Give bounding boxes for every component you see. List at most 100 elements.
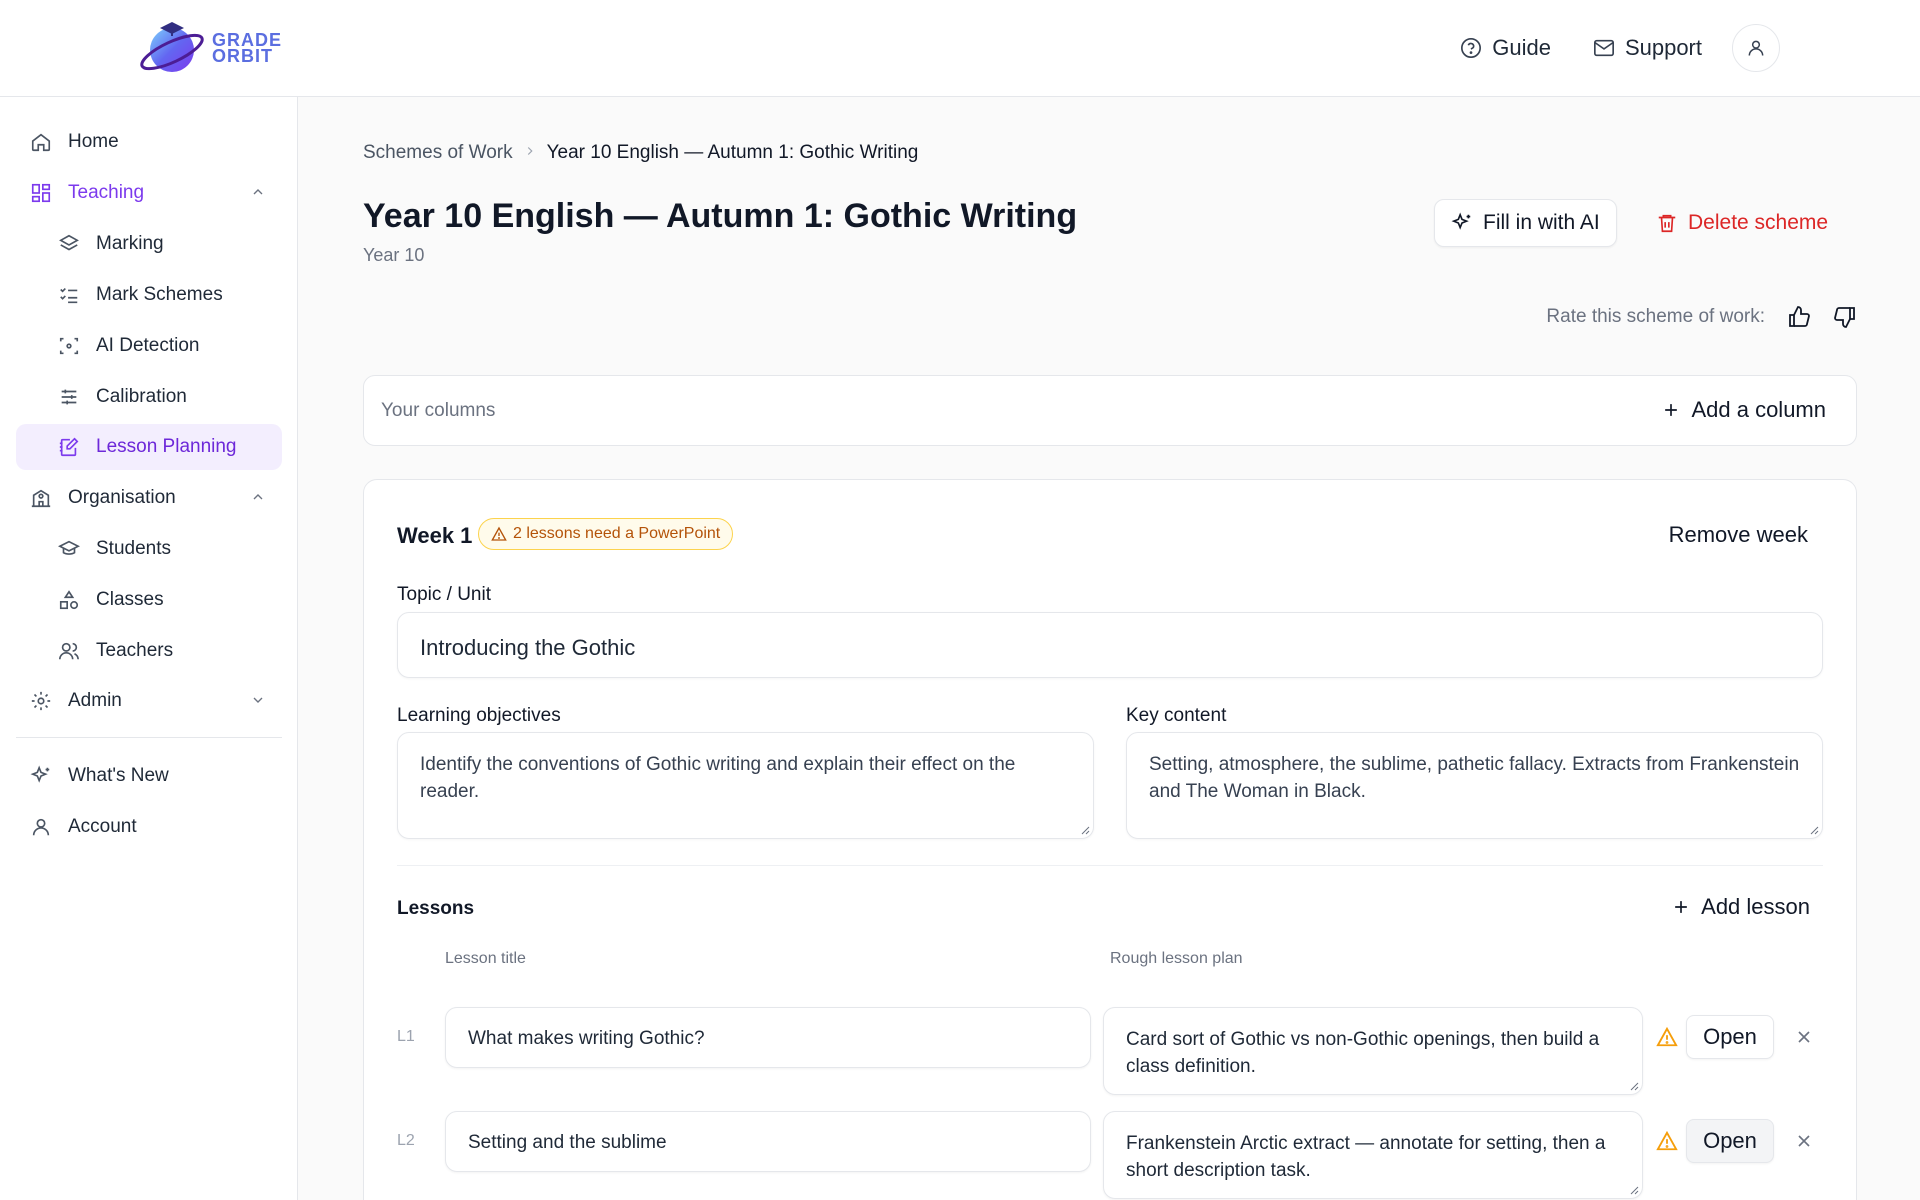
sidebar-item-label: Teachers bbox=[96, 640, 174, 661]
sidebar-item-teachers[interactable]: Teachers bbox=[16, 628, 282, 674]
user-icon bbox=[1748, 40, 1764, 56]
lesson-title-input[interactable]: Setting and the sublime bbox=[445, 1111, 1091, 1172]
page-subtitle: Year 10 bbox=[363, 245, 425, 265]
remove-week-button[interactable]: Remove week bbox=[1669, 522, 1808, 548]
support-link[interactable]: Support bbox=[1593, 35, 1702, 61]
user-menu-button[interactable] bbox=[1732, 24, 1780, 72]
warning-triangle-icon bbox=[1656, 1026, 1678, 1048]
sliders-icon bbox=[58, 386, 80, 408]
open-lesson-button[interactable]: Open bbox=[1686, 1015, 1774, 1059]
guide-label: Guide bbox=[1492, 35, 1551, 60]
scan-eye-icon bbox=[58, 335, 80, 357]
add-column-button[interactable]: Add a column bbox=[1661, 397, 1826, 423]
sidebar-item-label: Marking bbox=[96, 233, 164, 254]
fill-in-with-ai-button[interactable]: Fill in with AI bbox=[1434, 199, 1617, 247]
sidebar-item-label: What's New bbox=[68, 765, 169, 786]
sidebar-item-ai-detection[interactable]: AI Detection bbox=[16, 323, 282, 369]
chevron-down-icon bbox=[250, 692, 266, 714]
resize-grip-icon[interactable] bbox=[1629, 1185, 1639, 1195]
sidebar-item-label: Lesson Planning bbox=[96, 436, 237, 457]
breadcrumb-parent[interactable]: Schemes of Work bbox=[363, 142, 513, 164]
plus-icon bbox=[1675, 901, 1687, 913]
objectives-textarea[interactable]: Identify the conventions of Gothic writi… bbox=[397, 732, 1094, 839]
page-title: Year 10 English — Autumn 1: Gothic Writi… bbox=[363, 197, 1078, 235]
section-divider bbox=[397, 865, 1823, 866]
sidebar-item-students[interactable]: Students bbox=[16, 526, 282, 572]
warning-triangle-icon bbox=[491, 526, 507, 541]
sidebar-item-label: Calibration bbox=[96, 386, 187, 407]
logo-line-2: ORBIT bbox=[212, 46, 273, 66]
sidebar: Home Teaching Marking Mark Schemes AI De… bbox=[0, 97, 298, 1200]
topic-input[interactable]: Introducing the Gothic bbox=[397, 612, 1823, 678]
week-card: Week 1 2 lessons need a PowerPoint Remov… bbox=[363, 479, 1857, 1200]
sidebar-item-mark-schemes[interactable]: Mark Schemes bbox=[16, 272, 282, 318]
open-lesson-button[interactable]: Open bbox=[1686, 1119, 1774, 1163]
sidebar-item-marking[interactable]: Marking bbox=[16, 221, 282, 267]
resize-grip-icon[interactable] bbox=[1080, 825, 1090, 835]
sidebar-item-lesson-planning[interactable]: Lesson Planning bbox=[16, 424, 282, 470]
gear-icon bbox=[30, 690, 52, 712]
top-header: GRADE ORBIT Guide Support bbox=[0, 0, 1920, 97]
sidebar-item-label: Teaching bbox=[68, 182, 145, 203]
sidebar-item-home[interactable]: Home bbox=[16, 119, 282, 165]
list-checks-icon bbox=[58, 284, 80, 306]
thumbs-down-icon[interactable] bbox=[1833, 305, 1857, 329]
lesson-number: L1 bbox=[397, 1028, 415, 1045]
lessons-title: Lessons bbox=[397, 898, 475, 919]
rate-label: Rate this scheme of work: bbox=[1546, 306, 1765, 327]
columns-bar: Your columns Add a column bbox=[363, 375, 1857, 446]
add-column-label: Add a column bbox=[1691, 397, 1826, 422]
trash-icon bbox=[1658, 214, 1676, 233]
sidebar-item-label: Classes bbox=[96, 589, 164, 610]
lesson-number: L2 bbox=[397, 1132, 415, 1149]
sidebar-item-account[interactable]: Account bbox=[16, 804, 282, 850]
sidebar-item-label: Organisation bbox=[68, 487, 176, 508]
notebook-pen-icon bbox=[58, 436, 80, 458]
content-text: Setting, atmosphere, the sublime, pathet… bbox=[1149, 754, 1800, 802]
sidebar-item-label: Admin bbox=[68, 690, 122, 711]
lesson-plan-header: Rough lesson plan bbox=[1110, 950, 1243, 967]
add-lesson-label: Add lesson bbox=[1701, 894, 1810, 919]
topic-label: Topic / Unit bbox=[397, 584, 491, 605]
add-lesson-button[interactable]: Add lesson bbox=[1671, 894, 1810, 920]
delete-label: Delete scheme bbox=[1688, 211, 1829, 234]
thumbs-up-icon[interactable] bbox=[1787, 305, 1811, 329]
sidebar-item-label: Mark Schemes bbox=[96, 284, 223, 305]
sparkles-icon bbox=[1451, 212, 1471, 230]
sidebar-item-teaching[interactable]: Teaching bbox=[16, 170, 282, 216]
content-label: Key content bbox=[1126, 705, 1227, 726]
close-icon[interactable] bbox=[1794, 1131, 1814, 1151]
sidebar-item-classes[interactable]: Classes bbox=[16, 577, 282, 623]
sidebar-item-calibration[interactable]: Calibration bbox=[16, 374, 282, 420]
close-icon[interactable] bbox=[1794, 1027, 1814, 1047]
lesson-title-input[interactable]: What makes writing Gothic? bbox=[445, 1007, 1091, 1068]
powerpoint-warning-badge: 2 lessons need a PowerPoint bbox=[478, 518, 734, 550]
lesson-plan-text: Card sort of Gothic vs non-Gothic openin… bbox=[1126, 1029, 1600, 1077]
sidebar-item-whats-new[interactable]: What's New bbox=[16, 753, 282, 799]
users-icon bbox=[58, 640, 80, 662]
grade-orbit-logo[interactable]: GRADE ORBIT bbox=[138, 18, 282, 78]
layout-grid-icon bbox=[30, 182, 52, 204]
planet-logo-icon bbox=[140, 22, 204, 72]
objectives-text: Identify the conventions of Gothic writi… bbox=[420, 754, 1016, 802]
breadcrumb: Schemes of Work Year 10 English — Autumn… bbox=[363, 142, 918, 164]
header-nav: Guide Support bbox=[1460, 24, 1780, 72]
resize-grip-icon[interactable] bbox=[1629, 1081, 1639, 1091]
sidebar-item-organisation[interactable]: Organisation bbox=[16, 475, 282, 521]
lesson-plan-textarea[interactable]: Card sort of Gothic vs non-Gothic openin… bbox=[1103, 1007, 1643, 1095]
lesson-plan-textarea[interactable]: Frankenstein Arctic extract — annotate f… bbox=[1103, 1111, 1643, 1199]
user-icon bbox=[30, 816, 52, 838]
delete-scheme-button[interactable]: Delete scheme bbox=[1656, 199, 1828, 247]
chevron-right-icon bbox=[523, 142, 537, 164]
warning-text: 2 lessons need a PowerPoint bbox=[513, 525, 721, 542]
logo-wordmark: GRADE ORBIT bbox=[212, 31, 282, 66]
layers-icon bbox=[58, 233, 80, 255]
content-textarea[interactable]: Setting, atmosphere, the sublime, pathet… bbox=[1126, 732, 1823, 839]
shapes-icon bbox=[58, 589, 80, 611]
lesson-plan-text: Frankenstein Arctic extract — annotate f… bbox=[1126, 1133, 1606, 1181]
guide-link[interactable]: Guide bbox=[1460, 35, 1551, 61]
chevron-up-icon bbox=[250, 489, 266, 511]
resize-grip-icon[interactable] bbox=[1809, 825, 1819, 835]
warning-triangle-icon bbox=[1656, 1130, 1678, 1152]
sidebar-item-admin[interactable]: Admin bbox=[16, 678, 282, 724]
